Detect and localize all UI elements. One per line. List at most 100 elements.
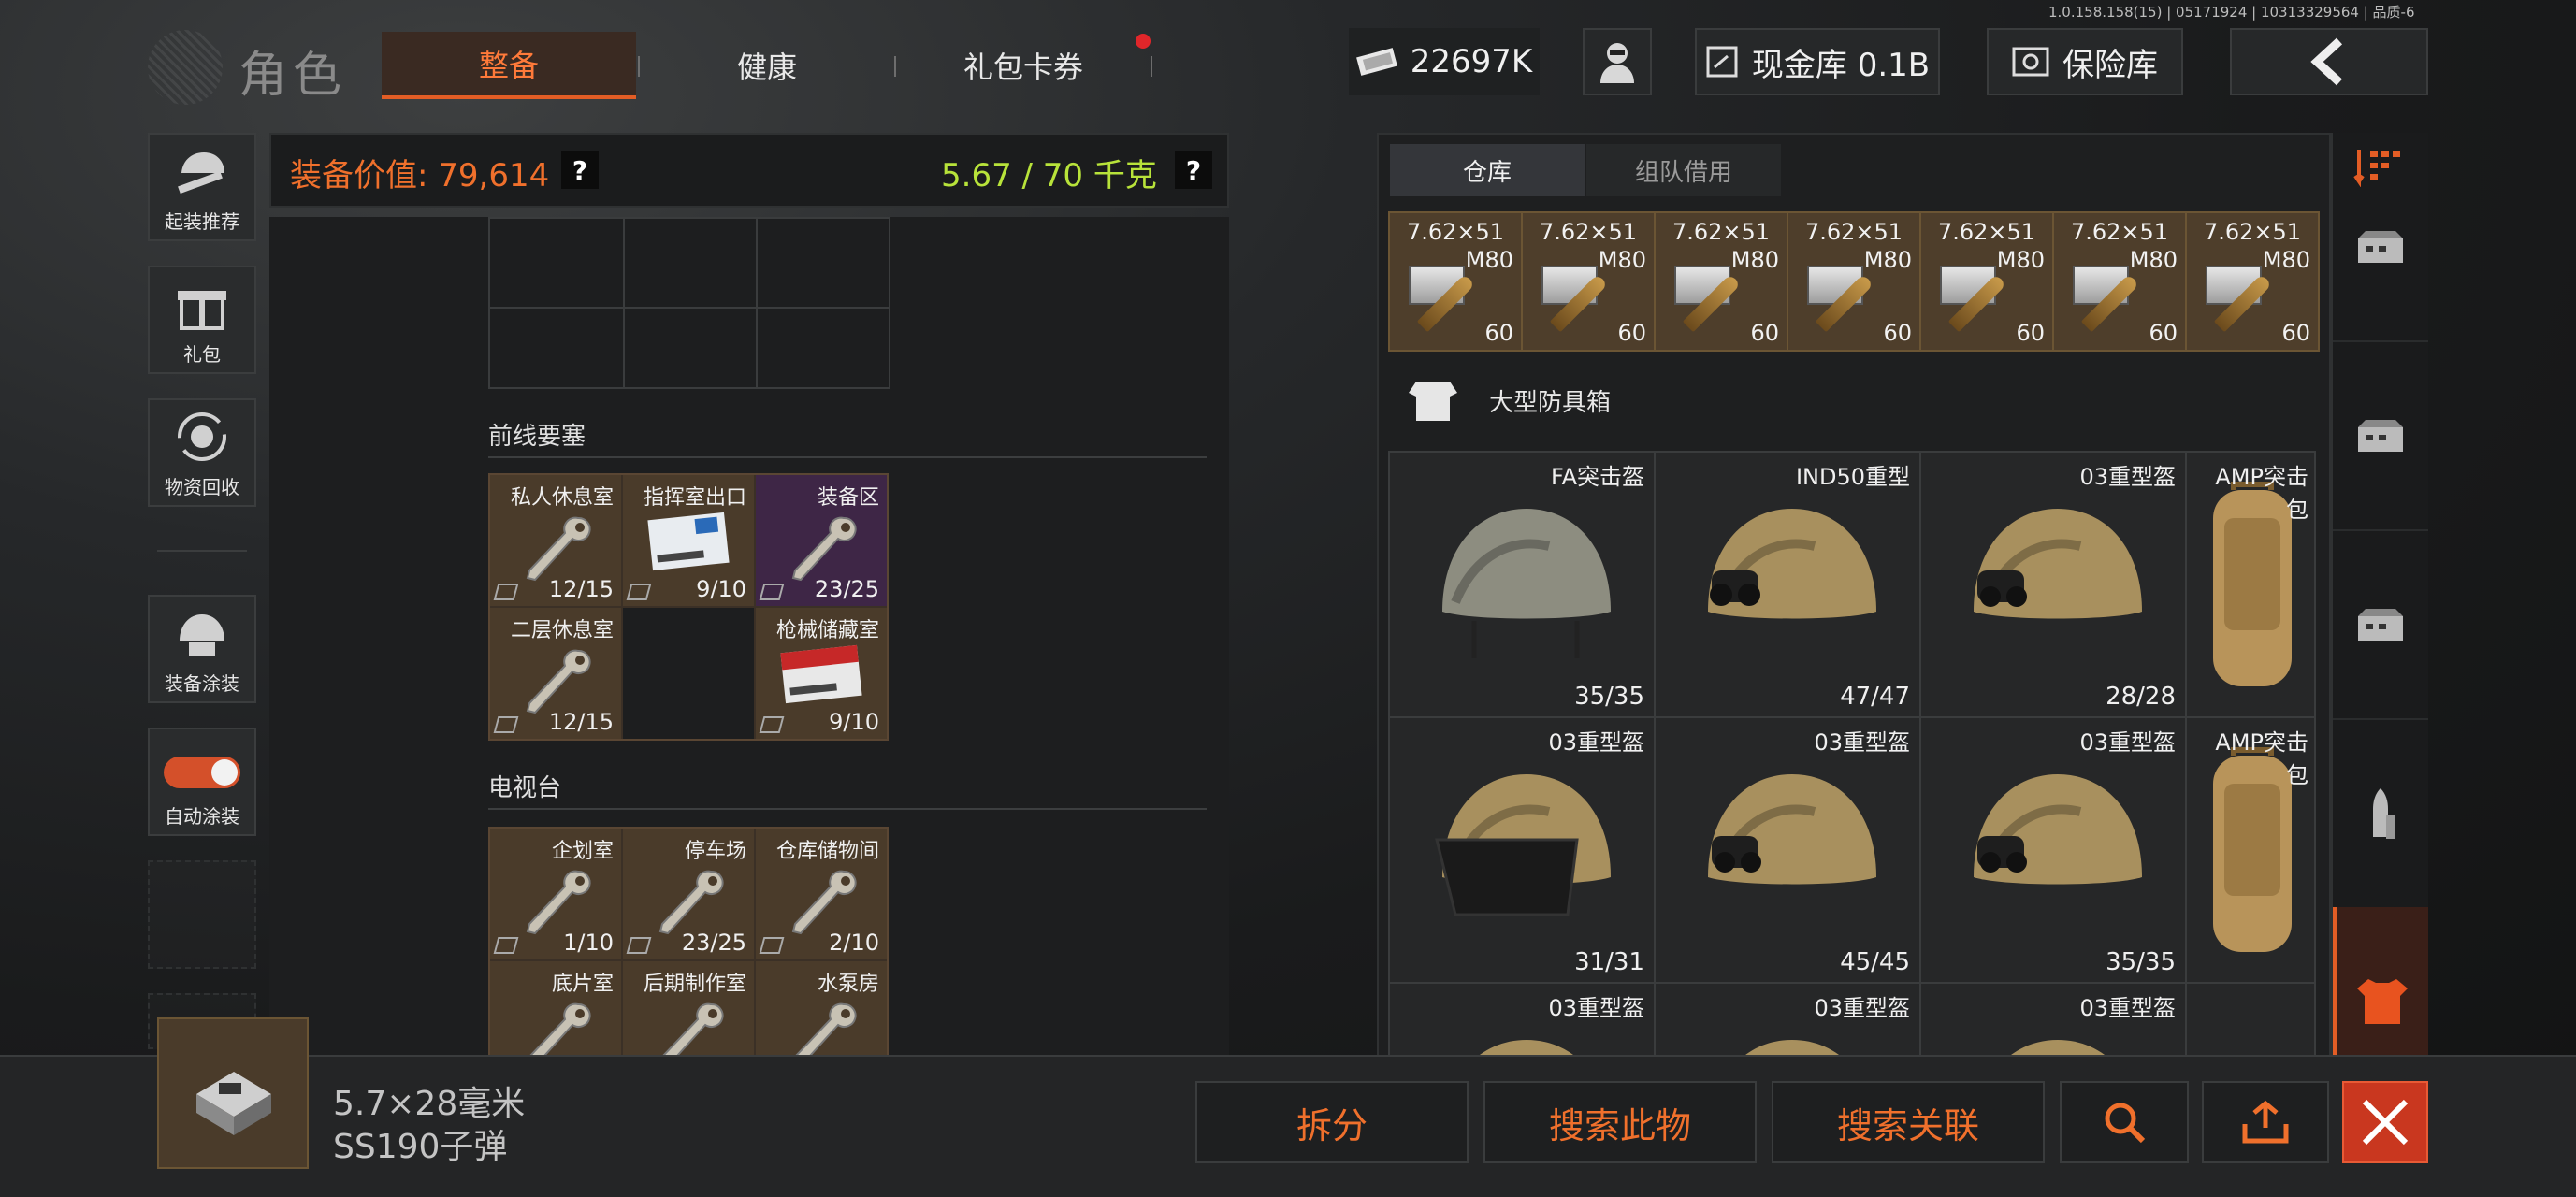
item-name: IND50重型 xyxy=(1795,464,1910,490)
category-container-3[interactable] xyxy=(2333,533,2428,720)
search-button[interactable] xyxy=(2060,1081,2189,1163)
ammo-count: 60 xyxy=(1617,320,1646,346)
ammo-row: 7.62×51 M80 60 7.62×51 M80 60 7.62×51 M80 60 7.62… xyxy=(1388,211,2320,352)
item-durability: 47/47 xyxy=(1840,683,1910,711)
auto-skin-toggle[interactable]: 自动涂装 xyxy=(148,728,256,836)
ammo-caliber: 7.62×51 xyxy=(1937,219,2036,245)
key-type-icon xyxy=(759,937,785,954)
search-item-button[interactable]: 搜索此物 xyxy=(1483,1081,1757,1163)
recycle-icon xyxy=(178,412,226,461)
notification-dot xyxy=(1136,34,1151,49)
ammo-type: M80 xyxy=(1730,247,1779,273)
helmet-item[interactable]: IND50重型 47/47 xyxy=(1656,453,1919,716)
item-name: AMP突击 包 xyxy=(2215,729,2308,788)
insurance-vault-label: 保险库 xyxy=(2062,46,2158,84)
key-item[interactable]: 后期制作室 xyxy=(623,961,754,1055)
ammo-caliber: 7.62×51 xyxy=(2070,219,2169,245)
section-title: 前线要塞 xyxy=(488,423,586,451)
key-uses: 9/10 xyxy=(829,709,879,735)
search-icon xyxy=(2105,1103,2146,1144)
key-item[interactable]: 水泵房 xyxy=(756,961,887,1055)
cash-vault-button[interactable]: 现金库 0.1B xyxy=(1695,28,1940,95)
key-uses: 2/10 xyxy=(829,930,879,956)
loadout-recommend-button[interactable]: 起装推荐 xyxy=(148,133,256,241)
item-name: 03重型盔 xyxy=(1548,729,1644,756)
item-name: AMP突击 包 xyxy=(2215,464,2308,523)
ammo-item[interactable]: 7.62×51 M80 60 xyxy=(1788,213,1919,350)
ammo-item[interactable]: 7.62×51 M80 60 xyxy=(2187,213,2318,350)
key-item[interactable]: 装备区 23/25 xyxy=(756,475,887,606)
weight-help-button[interactable]: ? xyxy=(1175,151,1212,189)
currency-display: 22697K xyxy=(1349,28,1540,95)
backpack-item[interactable]: AMP突击 包 xyxy=(2187,453,2314,716)
skin-button[interactable]: 装备涂装 xyxy=(148,595,256,703)
gift-pack-button[interactable]: 礼包 xyxy=(148,266,256,374)
support-button[interactable] xyxy=(1583,28,1652,95)
toggle-switch[interactable] xyxy=(164,757,240,788)
value-help-button[interactable]: ? xyxy=(561,151,599,189)
equipment-value: 装备价值: 79,614 xyxy=(290,157,550,195)
search-related-button[interactable]: 搜索关联 xyxy=(1772,1081,2045,1163)
ammo-item[interactable]: 7.62×51 M80 60 xyxy=(2054,213,2185,350)
cash-vault-label: 现金库 0.1B xyxy=(1751,46,1931,84)
key-item[interactable]: 底片室 xyxy=(490,961,621,1055)
tab-warehouse[interactable]: 仓库 xyxy=(1390,144,1585,196)
helmet-item[interactable]: 03重型盔 31/31 xyxy=(1390,718,1654,982)
helmet-item[interactable]: FA突击盔 35/35 xyxy=(1390,453,1654,716)
category-container-1[interactable] xyxy=(2333,155,2428,342)
tab-gift-coupons[interactable]: 礼包卡券 xyxy=(896,32,1151,99)
ammo-type: M80 xyxy=(1598,247,1646,273)
key-name: 底片室 xyxy=(551,973,614,996)
sidebar-label: 起装推荐 xyxy=(165,210,239,233)
helmet-icon xyxy=(1974,509,2142,619)
key-item[interactable]: 仓库储物间 2/10 xyxy=(756,829,887,959)
version-info: 1.0.158.158(15) | 05171924 | 10313329564… xyxy=(2048,4,2415,21)
split-button[interactable]: 拆分 xyxy=(1195,1081,1469,1163)
key-item[interactable]: 指挥室出口 9/10 xyxy=(623,475,754,606)
key-uses: 23/25 xyxy=(681,930,746,956)
ammo-item[interactable]: 7.62×51 M80 60 xyxy=(1390,213,1521,350)
tab-health[interactable]: 健康 xyxy=(640,32,894,99)
key-item[interactable]: 企划室 1/10 xyxy=(490,829,621,959)
ammo-type: M80 xyxy=(1996,247,2045,273)
ammo-item[interactable]: 7.62×51 M80 60 xyxy=(1656,213,1787,350)
gift-icon xyxy=(178,291,226,330)
backpack-item[interactable]: AMP突击 包 xyxy=(2187,718,2314,982)
helmet-item[interactable]: 03重型盔 28/28 xyxy=(1921,453,2185,716)
helmet-item[interactable]: 03重型盔 45/45 xyxy=(1656,718,1919,982)
sidebar-divider xyxy=(157,550,247,552)
helmet-item[interactable]: 03重型盔 35/35 xyxy=(1921,718,2185,982)
ammo-caliber: 7.62×51 xyxy=(1539,219,1638,245)
selected-item-caliber: 5.7×28毫米 xyxy=(333,1085,526,1123)
tab-team-borrow[interactable]: 组队借用 xyxy=(1586,144,1781,196)
recycle-button[interactable]: 物资回收 xyxy=(148,398,256,507)
vault-icon xyxy=(1706,46,1738,78)
category-ammo[interactable] xyxy=(2333,722,2428,909)
selected-item-name: 5.7×28毫米 SS190子弹 xyxy=(333,1083,525,1169)
back-button[interactable] xyxy=(2230,28,2428,95)
tab-outfit[interactable]: 整备 xyxy=(382,32,636,99)
key-item[interactable]: 枪械储藏室 9/10 xyxy=(756,608,887,739)
ammo-count: 60 xyxy=(2016,320,2045,346)
item-name: 03重型盔 xyxy=(1548,995,1644,1021)
ammo-caliber: 7.62×51 xyxy=(1406,219,1505,245)
ammo-type: M80 xyxy=(2129,247,2178,273)
key-grid: 私人休息室 12/15 指挥室出口 9/10 装备区 23/25 二层休息室 12/15 枪械储… xyxy=(488,473,889,741)
key-item[interactable]: 私人休息室 12/15 xyxy=(490,475,621,606)
key-name: 枪械储藏室 xyxy=(775,619,879,642)
operator-icon xyxy=(1600,43,1634,83)
ammo-item[interactable]: 7.62×51 M80 60 xyxy=(1921,213,2052,350)
ammo-count: 60 xyxy=(2281,320,2310,346)
safe-icon xyxy=(2012,47,2049,77)
item-name: 03重型盔 xyxy=(1814,729,1910,756)
insurance-vault-button[interactable]: 保险库 xyxy=(1987,28,2183,95)
category-container-2[interactable] xyxy=(2333,344,2428,531)
ammo-caliber: 7.62×51 xyxy=(1804,219,1903,245)
transfer-button[interactable] xyxy=(2202,1081,2329,1163)
ammo-item[interactable]: 7.62×51 M80 60 xyxy=(1523,213,1654,350)
close-button[interactable] xyxy=(2342,1081,2428,1163)
key-item[interactable]: 停车场 23/25 xyxy=(623,829,754,959)
ammo-box-icon xyxy=(196,1072,271,1135)
key-item[interactable]: 二层休息室 12/15 xyxy=(490,608,621,739)
ammo-count: 60 xyxy=(1484,320,1513,346)
